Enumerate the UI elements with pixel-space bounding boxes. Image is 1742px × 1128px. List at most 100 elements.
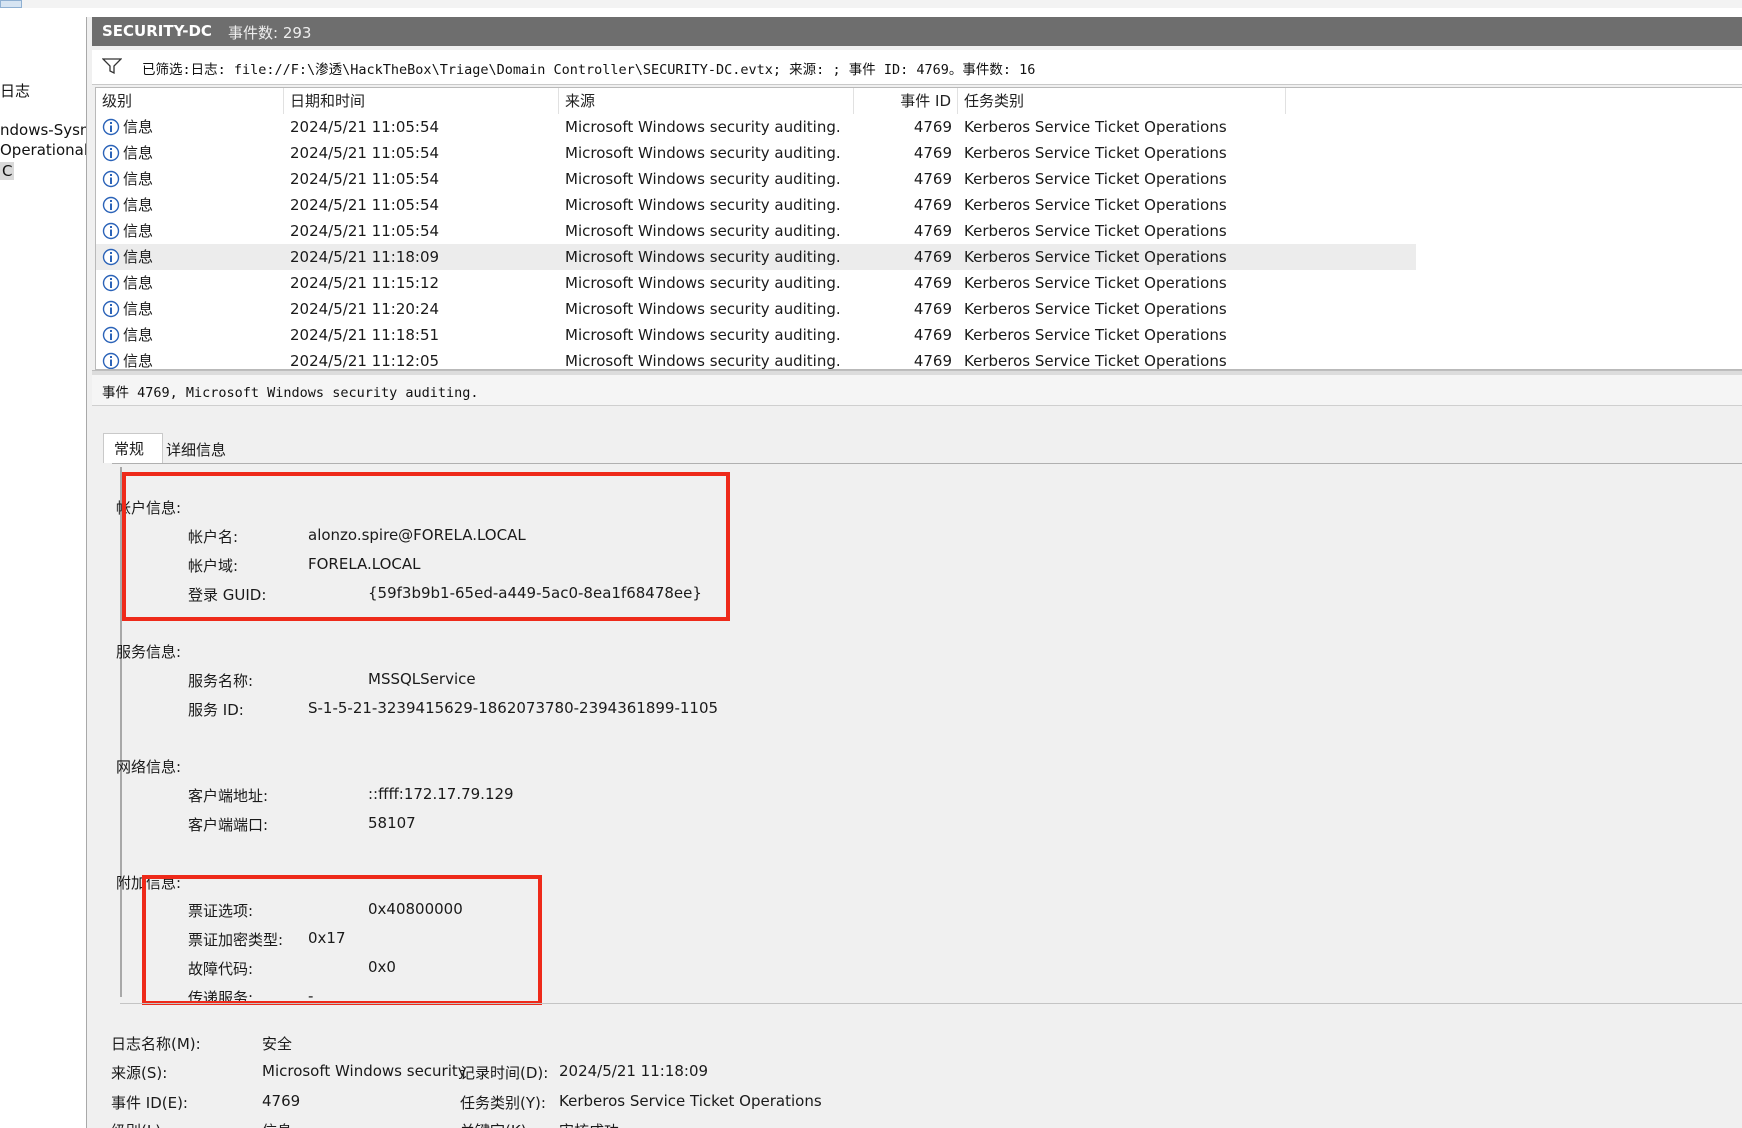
row-source: Microsoft Windows security auditing.	[565, 118, 841, 136]
row-task-category: Kerberos Service Ticket Operations	[964, 274, 1227, 292]
table-row[interactable]: 信息 2024/5/21 11:12:05 Microsoft Windows se…	[96, 348, 1416, 370]
row-task-category: Kerberos Service Ticket Operations	[964, 170, 1227, 188]
tree-item-operational[interactable]: Operational	[0, 141, 86, 159]
event-id-label: 事件 ID(E):	[111, 1094, 188, 1112]
row-task-category: Kerberos Service Ticket Operations	[964, 352, 1227, 370]
row-datetime: 2024/5/21 11:18:09	[290, 248, 440, 266]
network-info-heading: 网络信息:	[116, 758, 182, 776]
service-name-label: 服务名称:	[188, 672, 254, 690]
keywords-value: 审核成功	[559, 1120, 619, 1128]
table-row[interactable]: 信息 2024/5/21 11:05:54 Microsoft Windows se…	[96, 192, 1416, 218]
info-icon	[102, 196, 120, 214]
table-row[interactable]: 信息 2024/5/21 11:15:12 Microsoft Windows se…	[96, 270, 1416, 296]
row-event-id: 4769	[913, 274, 952, 292]
event-count: 事件数: 293	[228, 24, 312, 42]
row-event-id: 4769	[913, 248, 952, 266]
row-datetime: 2024/5/21 11:05:54	[290, 144, 440, 162]
row-level: 信息	[123, 326, 154, 344]
log-name-value: 安全	[262, 1035, 293, 1053]
row-event-id: 4769	[913, 144, 952, 162]
task-category-label: 任务类别(Y):	[460, 1094, 546, 1112]
service-info-heading: 服务信息:	[116, 643, 182, 661]
row-source: Microsoft Windows security auditing.	[565, 170, 841, 188]
filter-description: 已筛选:日志: file://F:\渗透\HackTheBox\Triage\D…	[142, 62, 1036, 78]
keywords-label: 关键字(K):	[460, 1120, 532, 1128]
column-header-source[interactable]: 来源	[559, 88, 854, 114]
row-source: Microsoft Windows security auditing.	[565, 196, 841, 214]
log-title-bar: SECURITY-DC 事件数: 293	[92, 17, 1742, 46]
event-id-value: 4769	[262, 1092, 301, 1110]
row-datetime: 2024/5/21 11:05:54	[290, 222, 440, 240]
row-task-category: Kerberos Service Ticket Operations	[964, 118, 1227, 136]
row-datetime: 2024/5/21 11:18:51	[290, 326, 440, 344]
row-datetime: 2024/5/21 11:15:12	[290, 274, 440, 292]
source-label: 来源(S):	[111, 1064, 168, 1082]
row-datetime: 2024/5/21 11:05:54	[290, 196, 440, 214]
row-source: Microsoft Windows security auditing.	[565, 326, 841, 344]
info-icon	[102, 222, 120, 240]
row-source: Microsoft Windows security auditing.	[565, 274, 841, 292]
tree-item-log[interactable]: 日志	[0, 80, 30, 101]
row-level: 信息	[123, 222, 154, 240]
info-icon	[102, 300, 120, 318]
column-header-level[interactable]: 级别	[96, 88, 284, 114]
tab-details[interactable]: 详细信息	[156, 435, 236, 465]
logged-label: 记录时间(D):	[460, 1064, 549, 1082]
row-source: Microsoft Windows security auditing.	[565, 352, 841, 370]
table-row[interactable]: 信息 2024/5/21 11:05:54 Microsoft Windows se…	[96, 114, 1416, 140]
row-level: 信息	[123, 274, 154, 292]
event-list: 级别 日期和时间 来源 事件 ID 任务类别 信息 2024/5/21 11:05…	[95, 87, 1742, 370]
table-row[interactable]: 信息 2024/5/21 11:20:24 Microsoft Windows se…	[96, 296, 1416, 322]
row-datetime: 2024/5/21 11:05:54	[290, 118, 440, 136]
table-row[interactable]: 信息 2024/5/21 11:18:51 Microsoft Windows se…	[96, 322, 1416, 348]
row-datetime: 2024/5/21 11:05:54	[290, 170, 440, 188]
level-value: 信息	[262, 1120, 292, 1128]
event-viewer-pane: SECURITY-DC 事件数: 293 已筛选:日志: file://F:\渗…	[92, 17, 1742, 1128]
tab-general[interactable]: 常规	[103, 433, 163, 463]
info-icon	[102, 274, 120, 292]
column-header-event-id[interactable]: 事件 ID	[854, 88, 958, 114]
row-task-category: Kerberos Service Ticket Operations	[964, 144, 1227, 162]
row-level: 信息	[123, 144, 154, 162]
highlight-box-additional	[142, 875, 542, 1005]
service-name-value: MSSQLService	[368, 670, 476, 688]
column-header-task-category[interactable]: 任务类别	[958, 88, 1286, 114]
table-row[interactable]: 信息 2024/5/21 11:18:09 Microsoft Windows se…	[96, 244, 1416, 270]
service-id-label: 服务 ID:	[188, 701, 244, 719]
row-event-id: 4769	[913, 352, 952, 370]
info-icon	[102, 248, 120, 266]
row-level: 信息	[123, 170, 154, 188]
client-port-label: 客户端端口:	[188, 816, 269, 834]
row-level: 信息	[123, 118, 154, 136]
row-source: Microsoft Windows security auditing.	[565, 300, 841, 318]
tree-item-selected[interactable]: C	[0, 162, 15, 180]
row-level: 信息	[123, 352, 154, 370]
service-id-value: S-1-5-21-3239415629-1862073780-239436189…	[308, 699, 719, 717]
row-event-id: 4769	[913, 196, 952, 214]
row-task-category: Kerberos Service Ticket Operations	[964, 222, 1227, 240]
row-source: Microsoft Windows security auditing.	[565, 144, 841, 162]
column-header-datetime[interactable]: 日期和时间	[284, 88, 559, 114]
event-detail-title-bar: 事件 4769, Microsoft Windows security audi…	[92, 375, 1742, 406]
client-address-value: ::ffff:172.17.79.129	[368, 785, 514, 803]
table-row[interactable]: 信息 2024/5/21 11:05:54 Microsoft Windows se…	[96, 140, 1416, 166]
row-level: 信息	[123, 300, 154, 318]
client-port-value: 58107	[368, 814, 416, 832]
table-row[interactable]: 信息 2024/5/21 11:05:54 Microsoft Windows se…	[96, 218, 1416, 244]
source-value: Microsoft Windows security	[262, 1062, 467, 1080]
window-icon	[0, 0, 22, 8]
row-event-id: 4769	[913, 326, 952, 344]
info-icon	[102, 326, 120, 344]
detail-bottom-divider	[120, 1003, 1742, 1004]
tree-item-sysmon[interactable]: ndows-Sysm	[0, 121, 86, 139]
row-event-id: 4769	[913, 300, 952, 318]
left-tree-pane: 日志 ndows-Sysm Operational C	[0, 17, 87, 1128]
client-address-label: 客户端地址:	[188, 787, 269, 805]
log-name-label: 日志名称(M):	[111, 1035, 201, 1053]
row-event-id: 4769	[913, 170, 952, 188]
row-level: 信息	[123, 196, 154, 214]
highlight-box-account	[122, 472, 730, 621]
row-event-id: 4769	[913, 222, 952, 240]
table-row[interactable]: 信息 2024/5/21 11:05:54 Microsoft Windows se…	[96, 166, 1416, 192]
row-task-category: Kerberos Service Ticket Operations	[964, 248, 1227, 266]
